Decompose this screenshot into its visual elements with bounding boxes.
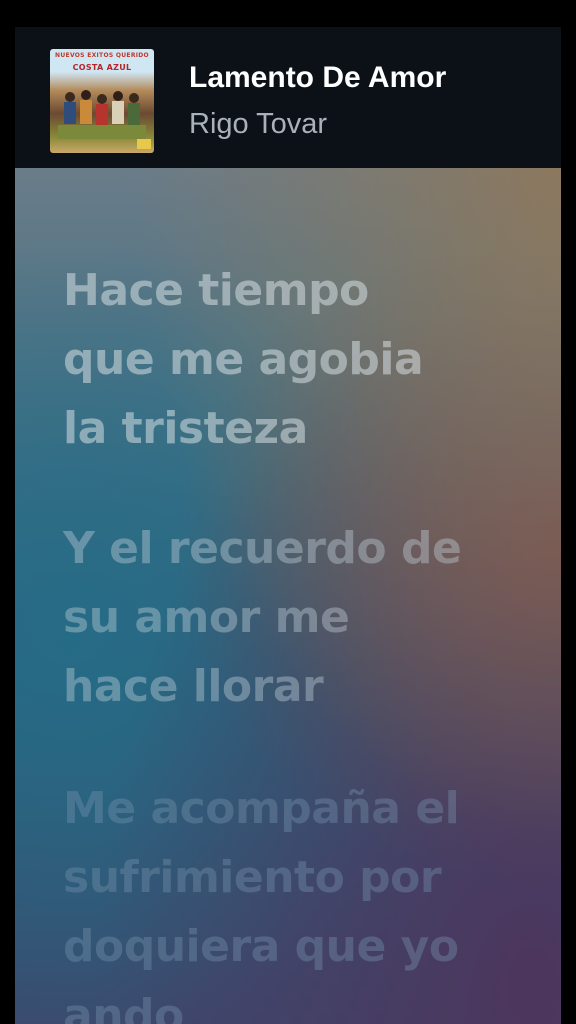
lyric-verse[interactable]: Y el recuerdo de su amor me hace llorar [63,514,533,721]
now-playing-header[interactable]: NUEVOS ÉXITOS QUERIDO COSTA AZUL Lamento… [15,27,561,168]
album-art-band-members-image [58,90,146,139]
lyric-line: la tristeza [63,403,308,454]
lyric-line: su amor me [63,592,350,643]
lyric-line: sufrimiento por [63,852,442,903]
player-frame: NUEVOS ÉXITOS QUERIDO COSTA AZUL Lamento… [15,27,561,1024]
album-art-band-name: COSTA AZUL [72,63,132,72]
lyric-line: Me acompaña el [63,783,460,834]
lyric-line: doquiera que yo [63,921,459,972]
lyric-line: Y el recuerdo de [63,523,462,574]
lyric-verse[interactable]: Me acompaña el sufrimiento por doquiera … [63,774,533,1024]
lyric-line: Hace tiempo [63,265,369,316]
album-art-top-text: NUEVOS ÉXITOS QUERIDO [55,52,149,59]
artist-name[interactable]: Rigo Tovar [189,108,327,141]
album-art-badge [137,139,151,149]
lyric-line: ando [63,990,184,1024]
album-art[interactable]: NUEVOS ÉXITOS QUERIDO COSTA AZUL [50,49,154,153]
lyric-line: que me agobia [63,334,424,385]
song-title[interactable]: Lamento De Amor [189,61,446,95]
lyrics-panel[interactable]: Hace tiempo que me agobia la tristeza Y … [15,168,561,1024]
lyric-line: hace llorar [63,661,324,712]
lyric-verse[interactable]: Hace tiempo que me agobia la tristeza [63,256,533,463]
